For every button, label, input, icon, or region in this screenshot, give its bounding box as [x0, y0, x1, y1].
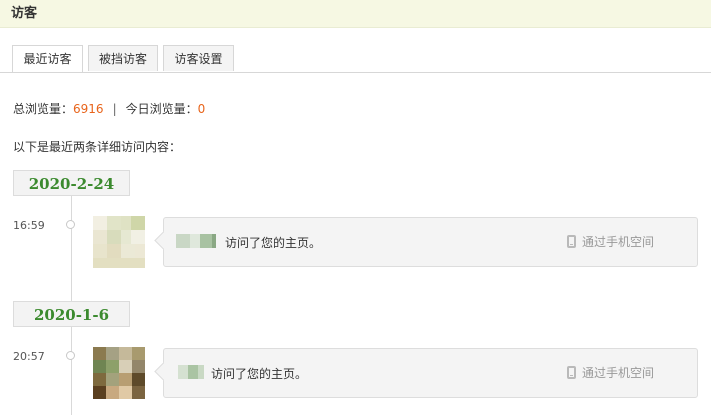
visit-card: 访问了您的主页。 通过手机空间 [154, 217, 698, 267]
timeline-dot [66, 351, 75, 360]
view-stats: 总浏览量：6916 | 今日浏览量：0 [13, 100, 205, 117]
tab-divider [0, 72, 711, 73]
date-label: 2020-2-24 [13, 170, 130, 196]
tab-recent-visitors[interactable]: 最近访客 [12, 45, 83, 73]
tab-visitor-settings[interactable]: 访客设置 [163, 45, 234, 71]
intro-text: 以下是最近两条详细访问内容： [13, 140, 182, 154]
card-pointer [154, 362, 173, 381]
visitor-name[interactable] [178, 363, 204, 381]
visit-card: 访问了您的主页。 通过手机空间 [154, 348, 698, 398]
timeline-dot [66, 220, 75, 229]
page-title: 访客 [11, 6, 38, 21]
visit-action: 访问了您的主页。 [211, 367, 308, 381]
visit-device: 通过手机空间 [567, 364, 654, 381]
visitor-name[interactable] [176, 232, 216, 250]
device-label: 通过手机空间 [582, 366, 655, 380]
today-views-label: 今日浏览量： [125, 102, 198, 116]
visit-action: 访问了您的主页。 [225, 236, 322, 250]
stats-separator: | [112, 102, 117, 116]
visit-time: 20:57 [13, 350, 45, 363]
device-label: 通过手机空间 [582, 235, 655, 249]
visitor-avatar[interactable] [93, 216, 145, 268]
total-views-value: 6916 [73, 102, 104, 116]
card-pointer [154, 231, 173, 250]
total-views-label: 总浏览量： [13, 102, 74, 116]
visit-time: 16:59 [13, 219, 45, 232]
today-views-value: 0 [197, 102, 206, 116]
visitor-avatar[interactable] [93, 347, 145, 399]
visit-device: 通过手机空间 [567, 233, 654, 250]
tab-blocked-visitors[interactable]: 被挡访客 [88, 45, 158, 71]
date-label: 2020-1-6 [13, 301, 130, 327]
phone-icon [567, 235, 576, 248]
header-bar: 访客 [0, 0, 711, 28]
phone-icon [567, 366, 576, 379]
